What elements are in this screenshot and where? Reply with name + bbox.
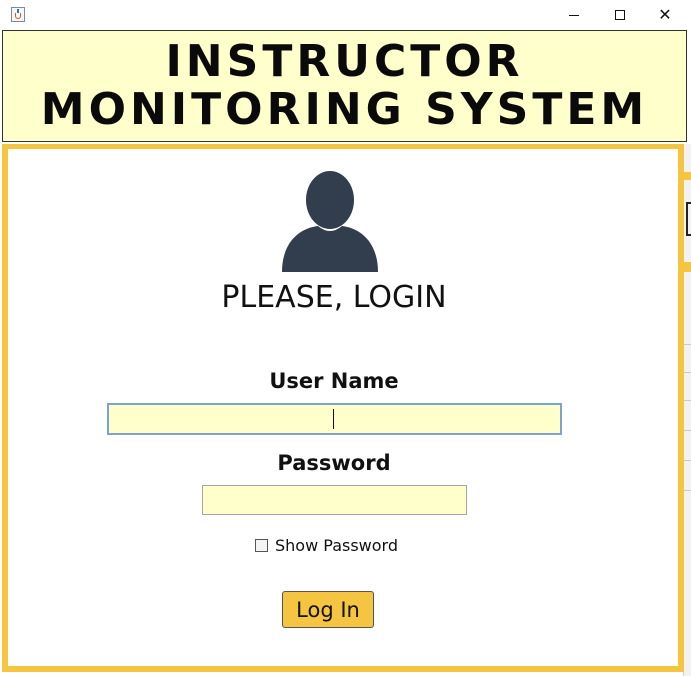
- maximize-button[interactable]: [597, 0, 643, 30]
- app-title: INSTRUCTOR MONITORING SYSTEM: [40, 36, 649, 135]
- background-window-divider: [684, 430, 691, 431]
- login-button[interactable]: Log In: [282, 591, 374, 628]
- background-window-divider: [684, 372, 691, 373]
- java-cup-icon: [11, 7, 25, 22]
- text-caret: [333, 409, 334, 429]
- minimize-icon: [569, 14, 579, 16]
- header-banner: INSTRUCTOR MONITORING SYSTEM: [2, 30, 687, 142]
- password-label: Password: [277, 451, 391, 475]
- background-window-divider: [684, 344, 691, 345]
- show-password-checkbox[interactable]: [255, 539, 268, 552]
- background-window-frame: [686, 202, 691, 236]
- close-button[interactable]: ✕: [642, 0, 688, 30]
- background-window-divider: [684, 490, 691, 491]
- close-icon: ✕: [658, 5, 672, 24]
- username-field[interactable]: [107, 403, 562, 435]
- maximize-icon: [615, 10, 625, 20]
- java-cup-body: [15, 13, 21, 19]
- background-window-divider: [684, 400, 691, 401]
- background-window-accent: [684, 262, 691, 272]
- password-field[interactable]: [202, 485, 467, 515]
- user-icon: [282, 171, 378, 272]
- show-password-label[interactable]: Show Password: [275, 536, 398, 555]
- login-heading: PLEASE, LOGIN: [221, 280, 447, 315]
- background-window-divider: [684, 460, 691, 461]
- username-label: User Name: [269, 369, 399, 393]
- window-title-bar: ✕: [0, 0, 691, 30]
- minimize-button[interactable]: [551, 0, 597, 30]
- background-window-accent: [684, 172, 691, 180]
